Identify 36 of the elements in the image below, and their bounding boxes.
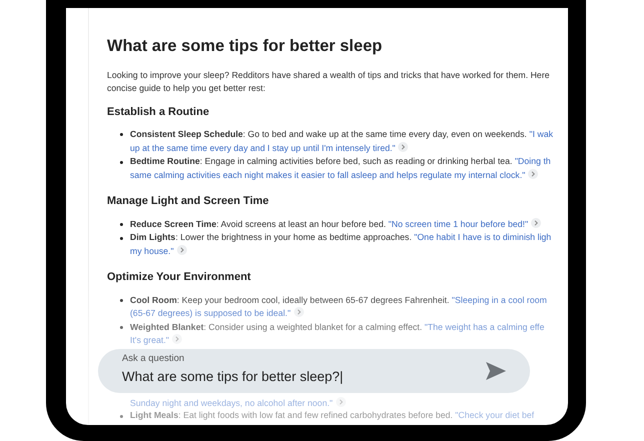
tip-text: Dim Lights: Lower the brightness in your home as bedtime approaches. "One habit I have is to diminish ligh xyxy=(130,231,552,244)
chevron-icon[interactable] xyxy=(172,334,182,344)
quote-text: up at the same time every day and I stay up until I'm intensely tired." xyxy=(130,142,396,153)
bullet-dot xyxy=(120,236,123,240)
tip-text: Consistent Sleep Schedule: Go to bed and wake up at the same time every day, even on weekends. "I wak xyxy=(130,128,553,141)
chevron-icon[interactable] xyxy=(336,396,346,407)
chevron-icon[interactable] xyxy=(531,218,542,228)
section-heading: Optimize Your Environment xyxy=(107,271,252,285)
quote-text: same calming activities each night makes it easier to fall asleep and helps regulate my internal clock." xyxy=(130,170,526,180)
tip-text: Weighted Blanket: Consider using a weighted blanket for a calming effect. "The weight has a calming effe xyxy=(130,320,544,334)
section-heading: Manage Light and Screen Time xyxy=(107,195,270,209)
bullet-dot xyxy=(120,414,123,418)
send-icon[interactable] xyxy=(486,362,506,380)
bullet-dot xyxy=(120,133,123,136)
question-input[interactable]: What are some tips for better sleep?| xyxy=(122,368,452,385)
quote-text: my house." xyxy=(130,246,174,256)
bullet-dot xyxy=(120,223,123,226)
article-title: What are some tips for better sleep xyxy=(107,37,384,57)
tip-text: Reduce Screen Time: Avoid screens at least an hour before bed. "No screen time 1 hour before bed!" xyxy=(130,218,528,229)
tip-text: Light Meals: Eat light foods with low fat and few refined carbohydrates before bed. "Check your diet bef xyxy=(130,410,534,420)
bullet-dot xyxy=(120,299,123,302)
chevron-icon[interactable] xyxy=(176,244,187,255)
field-label: Ask a question xyxy=(122,353,186,365)
section-heading: Establish a Routine xyxy=(107,106,210,119)
tip-text: Cool Room: Keep your bedroom cool, ideally between 65-67 degrees Fahrenheit. "Sleeping in a cool room xyxy=(130,294,547,307)
question-field[interactable]: Ask a question What are some tips for better sleep?| xyxy=(98,349,530,393)
chevron-icon[interactable] xyxy=(398,142,408,152)
chevron-icon[interactable] xyxy=(294,307,304,318)
bullet-dot xyxy=(120,326,123,330)
tip-text: Sunday night and weekdays, no alcohol after noon." xyxy=(130,398,333,408)
bullet-dot xyxy=(120,160,123,164)
quote-text: It's great." xyxy=(130,335,170,346)
intro-text: Looking to improve your sleep? Redditors have shared a wealth of tips and tricks that have worked for them. Here concise guide to help you get better rest: xyxy=(107,68,551,96)
quote-text: (65-67 degrees) is supposed to be ideal." xyxy=(130,308,291,318)
tip-text: Bedtime Routine: Engage in calming activities before bed, such as reading or drinking herbal tea. "Doing th xyxy=(130,155,551,168)
chevron-icon[interactable] xyxy=(528,168,538,179)
